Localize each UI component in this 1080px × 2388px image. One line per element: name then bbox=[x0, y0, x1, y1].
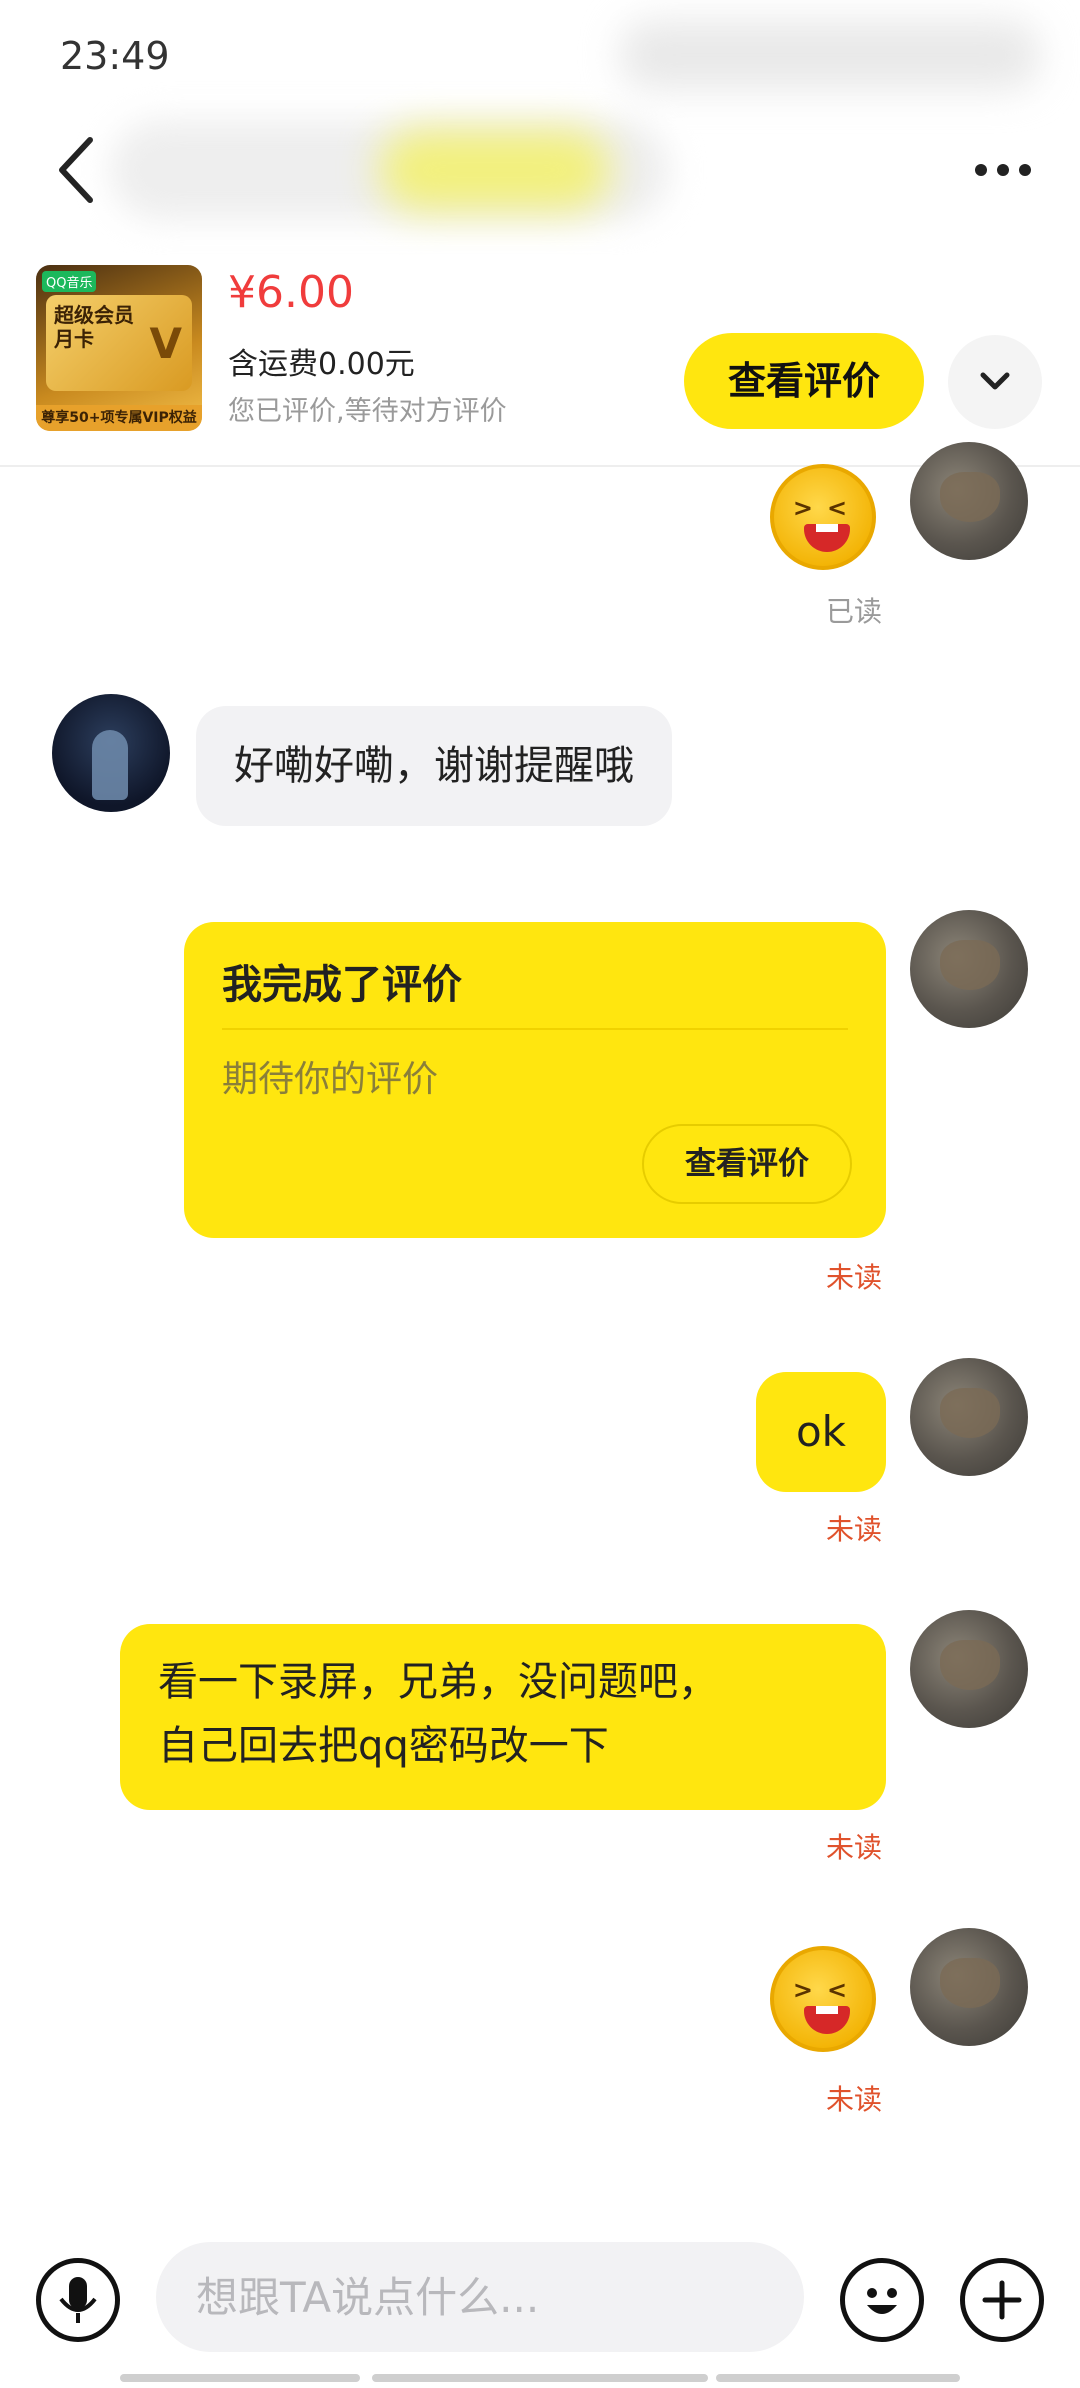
product-thumbnail[interactable]: QQ音乐 超级会员 月卡 V 尊享50+项专属VIP权益 bbox=[36, 265, 202, 431]
received-message-text: 好嘞好嘞，谢谢提醒哦 bbox=[234, 743, 634, 789]
other-avatar[interactable] bbox=[52, 694, 170, 812]
status-time: 23:49 bbox=[60, 34, 170, 78]
read-status: 已读 bbox=[826, 595, 883, 628]
expand-button[interactable] bbox=[948, 335, 1042, 429]
voice-button[interactable] bbox=[36, 2258, 120, 2342]
message-input[interactable] bbox=[156, 2242, 804, 2352]
review-card-subtitle: 期待你的评价 bbox=[222, 1059, 439, 1100]
more-dots-icon bbox=[975, 164, 987, 176]
review-card-view-button[interactable]: 查看评价 bbox=[642, 1124, 852, 1204]
product-bottom-text: 尊享50+项专属VIP权益 bbox=[36, 405, 202, 431]
self-avatar[interactable] bbox=[910, 1610, 1028, 1728]
plus-icon bbox=[982, 2280, 1022, 2320]
emoji-button[interactable] bbox=[840, 2258, 924, 2342]
emoji-mouth bbox=[804, 524, 850, 552]
product-card: 超级会员 月卡 V bbox=[46, 295, 192, 391]
review-card-title: 我完成了评价 bbox=[222, 962, 462, 1008]
vip-v-icon: V bbox=[149, 319, 182, 368]
self-avatar[interactable] bbox=[910, 442, 1028, 560]
more-dot bbox=[997, 164, 1009, 176]
chevron-left-icon bbox=[59, 137, 93, 203]
sent-message-line-2: 自己回去把qq密码改一下 bbox=[158, 1723, 609, 1769]
more-dot bbox=[1019, 164, 1031, 176]
status-bar: 23:49 bbox=[0, 0, 1080, 120]
microphone-icon bbox=[59, 2277, 97, 2323]
chat-header bbox=[0, 110, 1080, 250]
self-avatar[interactable] bbox=[910, 910, 1028, 1028]
sent-emoji-laughing[interactable]: >< bbox=[770, 464, 876, 570]
unread-status: 未读 bbox=[826, 2083, 883, 2116]
unread-status: 未读 bbox=[826, 1513, 883, 1546]
emoji-mouth bbox=[804, 2006, 850, 2034]
self-avatar[interactable] bbox=[910, 1358, 1028, 1476]
input-bar bbox=[0, 2236, 1080, 2366]
received-message[interactable]: 好嘞好嘞，谢谢提醒哦 bbox=[196, 706, 672, 826]
order-bar: QQ音乐 超级会员 月卡 V 尊享50+项专属VIP权益 ¥6.00 含运费0.… bbox=[0, 255, 1080, 467]
order-price: ¥6.00 bbox=[228, 267, 354, 318]
sent-message[interactable]: ok bbox=[756, 1372, 886, 1492]
chevron-down-icon bbox=[980, 372, 1010, 390]
blurred-status-icons bbox=[620, 20, 1040, 90]
smiley-icon bbox=[867, 2288, 897, 2314]
review-status: 您已评价,等待对方评价 bbox=[228, 396, 507, 427]
emoji-eyes: >< bbox=[792, 1976, 862, 2004]
home-indicator-segment bbox=[120, 2374, 360, 2382]
back-button[interactable] bbox=[48, 130, 108, 210]
view-review-button[interactable]: 查看评价 bbox=[684, 333, 924, 429]
more-button[interactable] bbox=[970, 150, 1040, 190]
unread-status: 未读 bbox=[826, 1261, 883, 1294]
review-complete-card[interactable]: 我完成了评价 期待你的评价 查看评价 bbox=[184, 922, 886, 1238]
sent-message-line-1: 看一下录屏，兄弟，没问题吧， bbox=[158, 1659, 718, 1705]
self-avatar[interactable] bbox=[910, 1928, 1028, 2046]
emoji-eyes: >< bbox=[792, 494, 862, 522]
sent-emoji-laughing[interactable]: >< bbox=[770, 1946, 876, 2052]
home-indicator-segment bbox=[372, 2374, 708, 2382]
product-badge: QQ音乐 bbox=[42, 271, 97, 292]
review-card-divider bbox=[222, 1028, 848, 1030]
unread-status: 未读 bbox=[826, 1831, 883, 1864]
product-card-title: 超级会员 月卡 bbox=[54, 303, 134, 351]
sent-message-text: ok bbox=[795, 1407, 847, 1456]
blurred-contact-tag bbox=[380, 130, 610, 210]
home-indicator-segment bbox=[716, 2374, 960, 2382]
order-shipping: 含运费0.00元 bbox=[228, 347, 415, 382]
plus-button[interactable] bbox=[960, 2258, 1044, 2342]
sent-message[interactable]: 看一下录屏，兄弟，没问题吧， 自己回去把qq密码改一下 bbox=[120, 1624, 886, 1810]
